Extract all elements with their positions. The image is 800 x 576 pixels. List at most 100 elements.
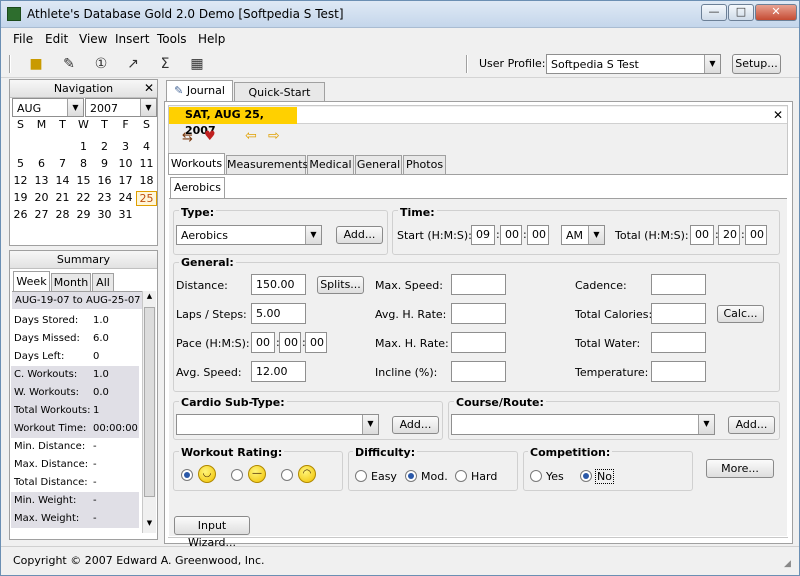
rating-good-radio[interactable] <box>181 469 193 481</box>
minimize-button[interactable]: — <box>701 4 727 21</box>
cadence-field[interactable] <box>651 274 706 295</box>
user-profile-select[interactable]: Softpedia S Test ▼ <box>546 54 721 74</box>
arrow-right-icon[interactable]: ⇨ <box>268 128 280 144</box>
calendar-day[interactable]: 21 <box>52 191 73 206</box>
heart-arrow-icon[interactable]: ♥ <box>204 129 216 144</box>
difficulty-mod-radio[interactable] <box>405 470 417 482</box>
max-heart-rate-field[interactable] <box>451 332 506 353</box>
pace-seconds-field[interactable]: 00 <box>305 332 327 353</box>
course-select[interactable]: ▼ <box>451 414 715 435</box>
calendar-day[interactable]: 24 <box>115 191 136 206</box>
calendar-day[interactable]: 22 <box>73 191 94 206</box>
calendar-day[interactable]: 9 <box>94 157 115 172</box>
tab-all[interactable]: All <box>92 273 114 291</box>
rating-ok-radio[interactable] <box>231 469 243 481</box>
tab-journal[interactable]: ✎ Journal <box>166 80 233 102</box>
start-seconds-field[interactable]: 00 <box>527 225 549 245</box>
menu-insert[interactable]: Insert <box>115 32 149 46</box>
menu-edit[interactable]: Edit <box>45 32 68 46</box>
workout-link-icon[interactable]: ⇆ <box>182 130 193 145</box>
calendar-day[interactable]: 11 <box>136 157 157 172</box>
calendar-day[interactable]: 14 <box>52 174 73 189</box>
calendar-day[interactable]: 1 <box>73 140 94 155</box>
calendar-day[interactable]: 18 <box>136 174 157 189</box>
rating-bad-radio[interactable] <box>281 469 293 481</box>
summary-scrollbar[interactable]: ▲ ▼ <box>142 291 156 533</box>
calendar-day-selected[interactable]: 25 <box>136 191 157 206</box>
calendar-day[interactable]: 8 <box>73 157 94 172</box>
max-speed-field[interactable] <box>451 274 506 295</box>
calendar-day[interactable]: 31 <box>115 208 136 223</box>
calendar-day[interactable]: 10 <box>115 157 136 172</box>
difficulty-easy-radio[interactable] <box>355 470 367 482</box>
menu-view[interactable]: View <box>79 32 107 46</box>
year-select[interactable]: 2007 ▼ <box>85 98 157 117</box>
avg-heart-rate-field[interactable] <box>451 303 506 324</box>
save-icon[interactable]: ■ <box>25 53 47 75</box>
calendar-day[interactable]: 28 <box>52 208 73 223</box>
distance-field[interactable]: 150.00 <box>251 274 306 295</box>
total-hours-field[interactable]: 00 <box>690 225 714 245</box>
tab-aerobics[interactable]: Aerobics <box>170 177 225 199</box>
calories-field[interactable] <box>651 303 706 324</box>
calendar-day[interactable]: 5 <box>10 157 31 172</box>
tab-medical[interactable]: Medical <box>307 155 354 174</box>
navigation-close-icon[interactable]: ✕ <box>144 81 154 96</box>
tab-photos[interactable]: Photos <box>403 155 446 174</box>
calendar-day[interactable]: 29 <box>73 208 94 223</box>
month-select[interactable]: AUG ▼ <box>12 98 84 117</box>
calendar-day[interactable]: 30 <box>94 208 115 223</box>
maximize-button[interactable]: □ <box>728 4 754 21</box>
menu-tools[interactable]: Tools <box>157 32 187 46</box>
splits-button[interactable]: Splits... <box>317 276 364 294</box>
calendar-day[interactable]: 26 <box>10 208 31 223</box>
more-button[interactable]: More... <box>706 459 774 478</box>
calendar-day[interactable]: 7 <box>52 157 73 172</box>
difficulty-hard-radio[interactable] <box>455 470 467 482</box>
tab-general[interactable]: General <box>355 155 402 174</box>
tab-week[interactable]: Week <box>13 271 50 291</box>
scroll-down-icon[interactable]: ▼ <box>144 519 155 531</box>
arrow-left-icon[interactable]: ⇦ <box>245 128 257 144</box>
cardio-select[interactable]: ▼ <box>176 414 379 435</box>
pace-minutes-field[interactable]: 00 <box>279 332 301 353</box>
calendar-day[interactable]: 16 <box>94 174 115 189</box>
calendar-day[interactable]: 20 <box>31 191 52 206</box>
tab-workouts[interactable]: Workouts <box>168 153 225 175</box>
laps-field[interactable]: 5.00 <box>251 303 306 324</box>
avg-speed-field[interactable]: 12.00 <box>251 361 306 382</box>
calculator-icon[interactable]: ▦ <box>186 53 208 75</box>
scroll-thumb[interactable] <box>144 307 155 497</box>
calendar-day[interactable]: 3 <box>115 140 136 155</box>
add-type-button[interactable]: Add... <box>336 226 383 244</box>
calendar-day[interactable]: 12 <box>10 174 31 189</box>
calendar-day[interactable]: 4 <box>136 140 157 155</box>
tab-month[interactable]: Month <box>51 273 91 291</box>
setup-button[interactable]: Setup... <box>732 54 781 74</box>
calendar-day[interactable]: 13 <box>31 174 52 189</box>
start-hours-field[interactable]: 09 <box>471 225 495 245</box>
total-minutes-field[interactable]: 20 <box>718 225 740 245</box>
water-field[interactable] <box>651 332 706 353</box>
calendar-day[interactable]: 23 <box>94 191 115 206</box>
scroll-up-icon[interactable]: ▲ <box>144 292 155 304</box>
temperature-field[interactable] <box>651 361 706 382</box>
calendar-day[interactable]: 27 <box>31 208 52 223</box>
total-seconds-field[interactable]: 00 <box>745 225 767 245</box>
calendar-12-icon[interactable]: ① <box>90 53 112 75</box>
competition-yes-radio[interactable] <box>530 470 542 482</box>
ampm-select[interactable]: AM ▼ <box>561 225 605 245</box>
calendar-day[interactable]: 19 <box>10 191 31 206</box>
menu-file[interactable]: File <box>13 32 33 46</box>
resize-grip-icon[interactable]: ◢ <box>784 559 791 569</box>
sigma-icon[interactable]: Σ <box>154 53 176 75</box>
tab-quick-start-guide[interactable]: Quick-Start Guide <box>234 82 325 118</box>
edit-icon[interactable]: ✎ <box>58 53 80 75</box>
journal-close-icon[interactable]: ✕ <box>773 108 783 122</box>
add-cardio-button[interactable]: Add... <box>392 416 439 434</box>
tab-measurements[interactable]: Measurements <box>226 155 308 174</box>
competition-no-radio[interactable] <box>580 470 592 482</box>
calc-button[interactable]: Calc... <box>717 305 764 323</box>
calendar-day[interactable]: 6 <box>31 157 52 172</box>
start-minutes-field[interactable]: 00 <box>500 225 522 245</box>
